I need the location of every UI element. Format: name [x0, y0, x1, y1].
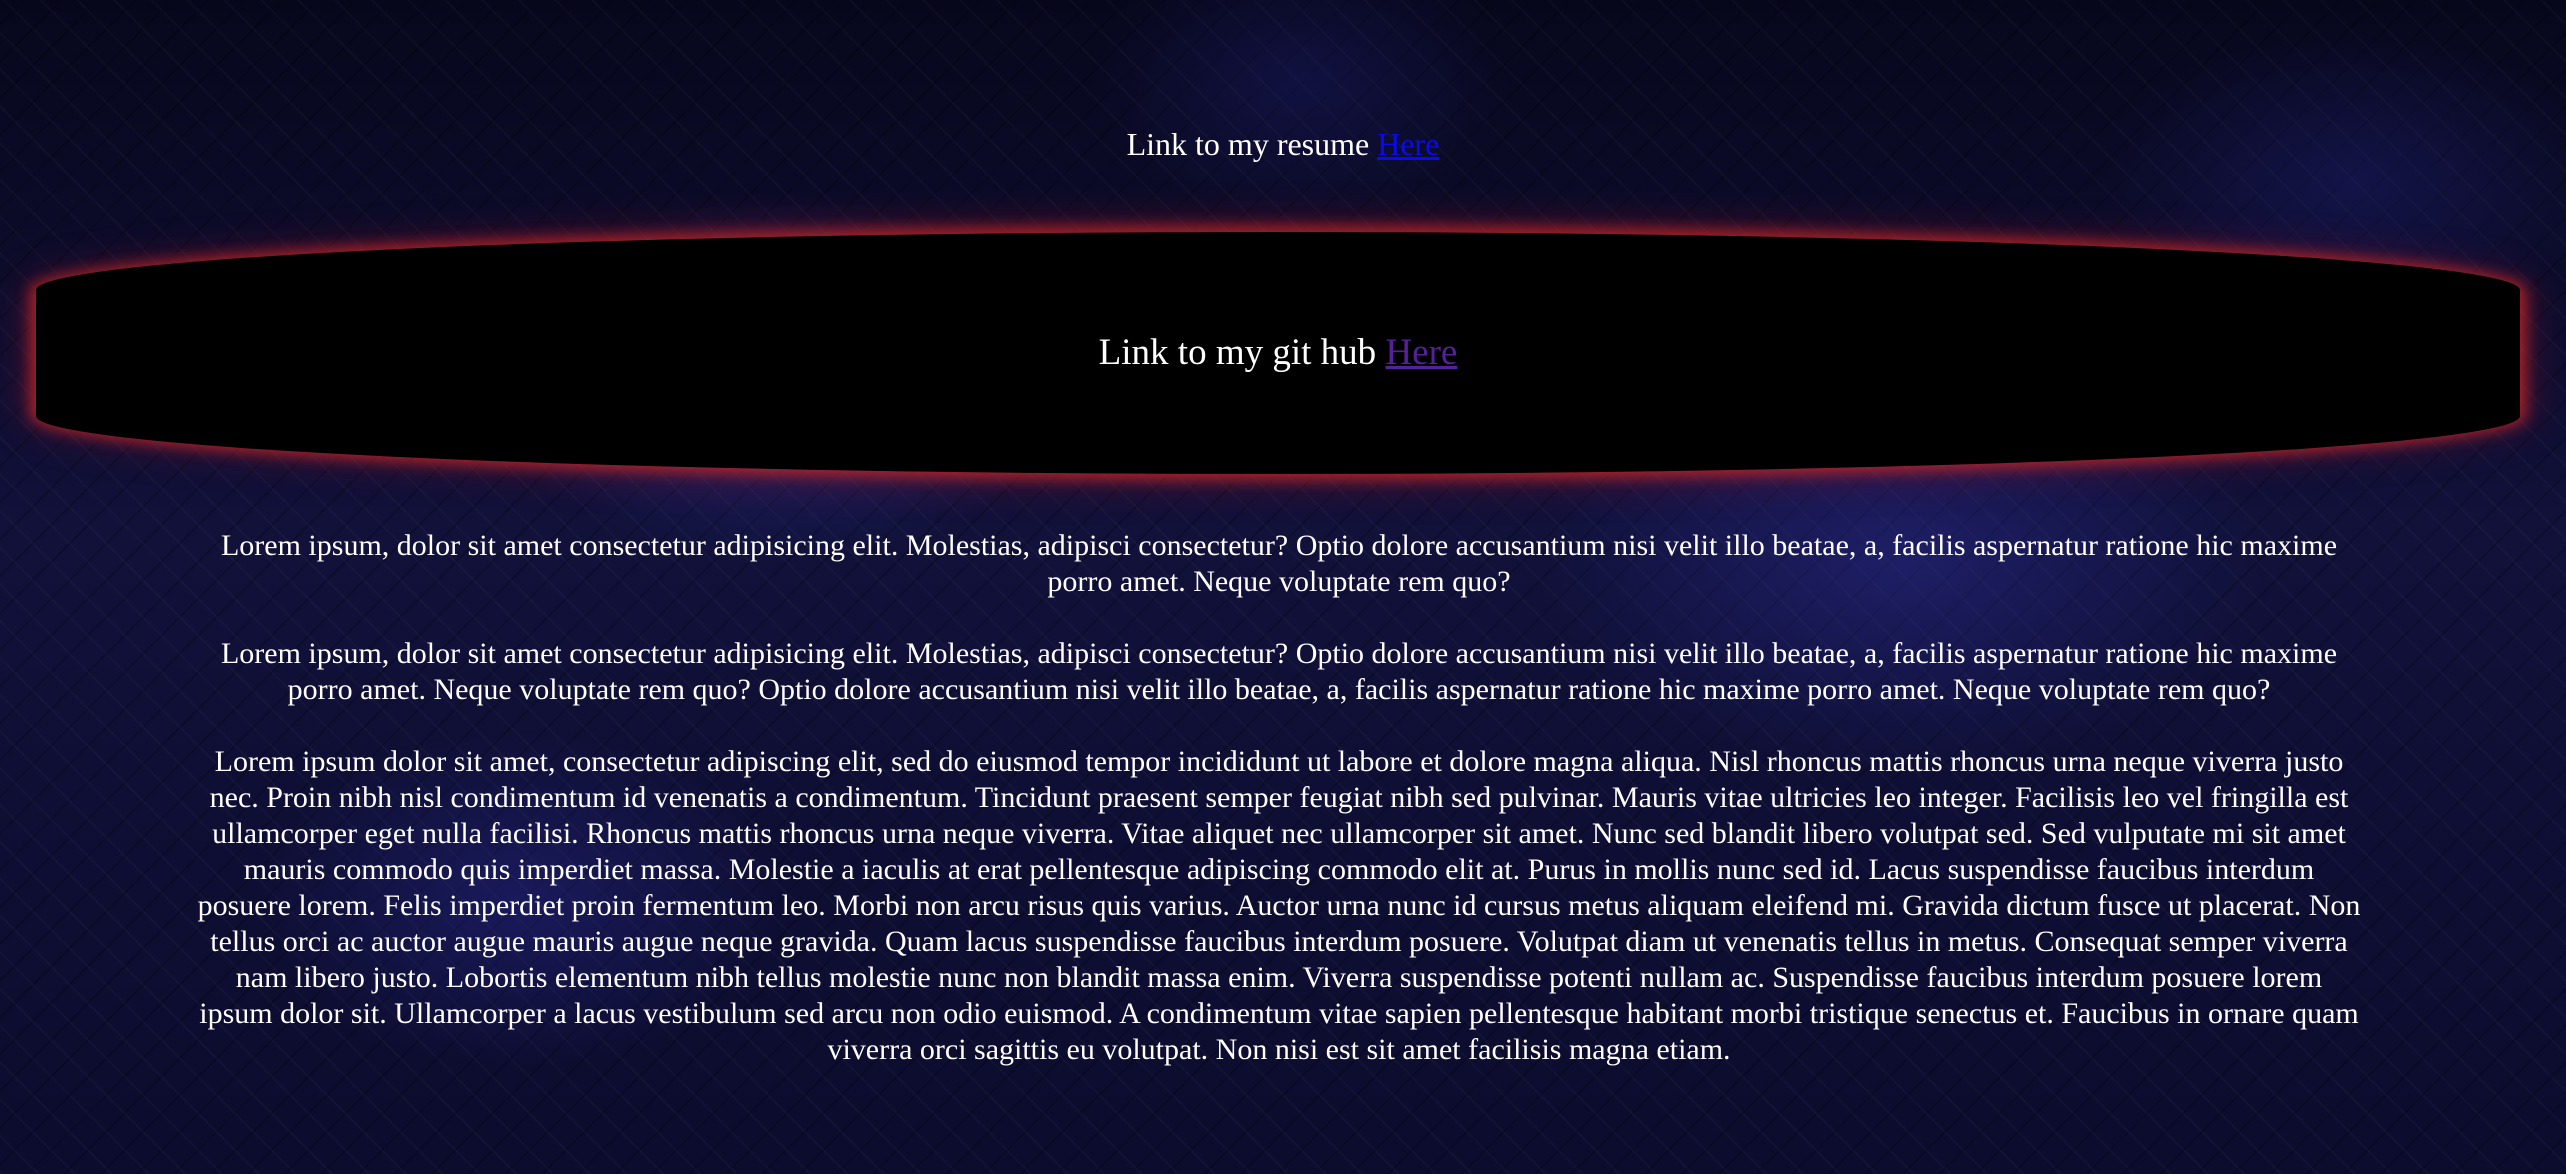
github-link[interactable]: Here: [1385, 332, 1457, 373]
resume-link-text: Link to my resume: [1126, 126, 1378, 162]
resume-link[interactable]: Here: [1377, 126, 1439, 162]
content-section: Lorem ipsum, dolor sit amet consectetur …: [196, 528, 2362, 1104]
github-link-text: Link to my git hub: [1098, 332, 1386, 373]
page-body: { "resume": { "text": "Link to my resume…: [0, 0, 2566, 1174]
github-link-line: Link to my git hub Here: [1099, 331, 1458, 375]
resume-link-line: Link to my resume Here: [0, 124, 2566, 164]
paragraph-2: Lorem ipsum, dolor sit amet consectetur …: [220, 637, 2338, 706]
paragraph-1: Lorem ipsum, dolor sit amet consectetur …: [220, 529, 2338, 598]
paragraph-3: Lorem ipsum dolor sit amet, consectetur …: [197, 745, 2361, 1066]
github-banner: Link to my git hub Here: [36, 232, 2520, 474]
